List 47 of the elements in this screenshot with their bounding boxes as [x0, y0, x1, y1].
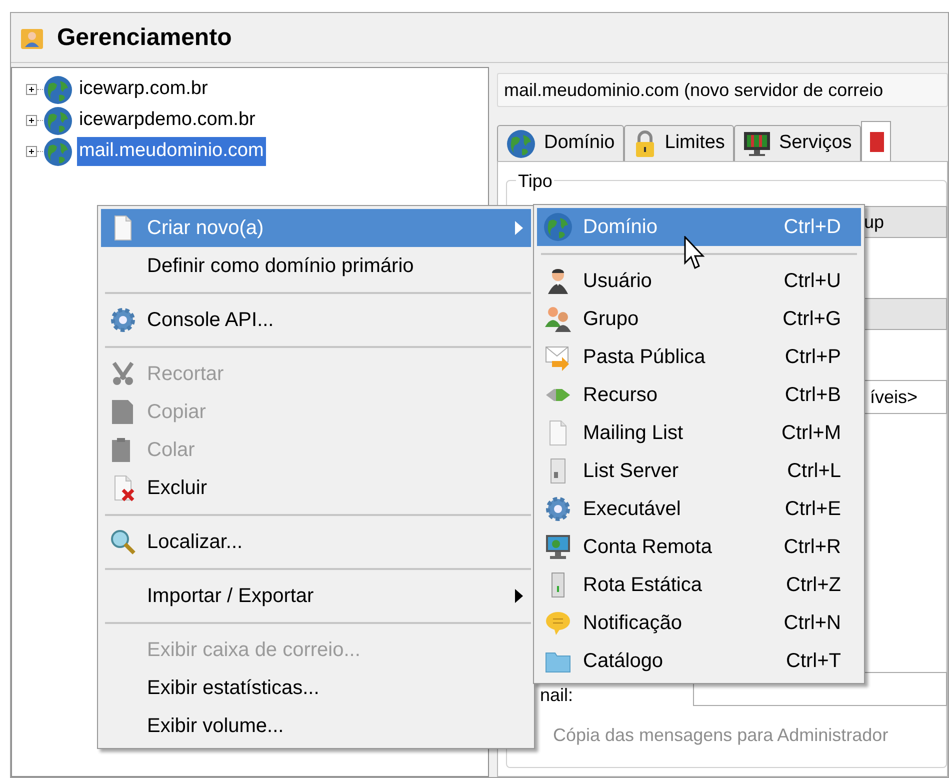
globe-icon [506, 128, 536, 158]
people-icon [544, 305, 572, 333]
tab[interactable]: Domínio [497, 125, 624, 161]
tree-item[interactable]: mail.meudominio.com [77, 137, 266, 166]
domain-header-field: mail.meudominio.com (novo servidor de correio [497, 73, 948, 107]
menu-item[interactable]: Conta Remota Ctrl+R [537, 528, 861, 566]
menu-item[interactable]: Localizar... [101, 523, 531, 561]
menu-item[interactable]: Rota Estática Ctrl+Z [537, 566, 861, 604]
menu-item[interactable]: Criar novo(a) [101, 209, 531, 247]
menu-item[interactable]: Notificação Ctrl+N [537, 604, 861, 642]
monitor-globe-icon [544, 533, 572, 561]
expand-icon[interactable] [26, 115, 37, 126]
menu-item[interactable]: Domínio Ctrl+D [537, 208, 861, 246]
menu-item[interactable]: Grupo Ctrl+G [537, 300, 861, 338]
menu-item[interactable]: Executável Ctrl+E [537, 490, 861, 528]
globe-icon [43, 136, 73, 166]
tree-item[interactable]: icewarpdemo.com.br [77, 106, 258, 135]
search-icon [109, 528, 137, 556]
globe-icon [43, 74, 73, 104]
menu-item[interactable]: Usuário Ctrl+U [537, 262, 861, 300]
menu-item[interactable]: Mailing List Ctrl+M [537, 414, 861, 452]
menu-item[interactable]: Excluir [101, 469, 531, 507]
menu-item[interactable]: Console API... [101, 301, 531, 339]
menu-item[interactable]: Exibir estatísticas... [101, 669, 531, 707]
checkbox-label: Cópia das mensagens para Administrador [553, 724, 888, 747]
menu-item[interactable]: Definir como domínio primário [101, 247, 531, 285]
menu-item[interactable]: Exibir volume... [101, 707, 531, 745]
gear-icon [109, 306, 137, 334]
menu-item[interactable]: Recurso Ctrl+B [537, 376, 861, 414]
tab-icon [870, 130, 884, 154]
tree-item[interactable]: icewarp.com.br [77, 75, 210, 104]
menu-item[interactable]: Catálogo Ctrl+T [537, 642, 861, 680]
menu-item[interactable]: Pasta Pública Ctrl+P [537, 338, 861, 376]
expand-icon[interactable] [26, 146, 37, 157]
tab[interactable] [860, 121, 891, 161]
menu-item[interactable]: List Server Ctrl+L [537, 452, 861, 490]
tab[interactable]: Limites [624, 125, 734, 161]
monitor-icon [742, 130, 771, 156]
expand-icon[interactable] [26, 84, 37, 95]
window-title: Gerenciamento [57, 22, 232, 52]
email-label: nail: [540, 684, 574, 707]
gear-icon [544, 495, 572, 523]
menu-item[interactable]: Importar / Exportar [101, 577, 531, 615]
speech-bubble-icon [544, 609, 572, 637]
globe-icon [43, 106, 73, 136]
tab[interactable]: Serviços [734, 125, 861, 161]
globe-icon [543, 212, 573, 242]
